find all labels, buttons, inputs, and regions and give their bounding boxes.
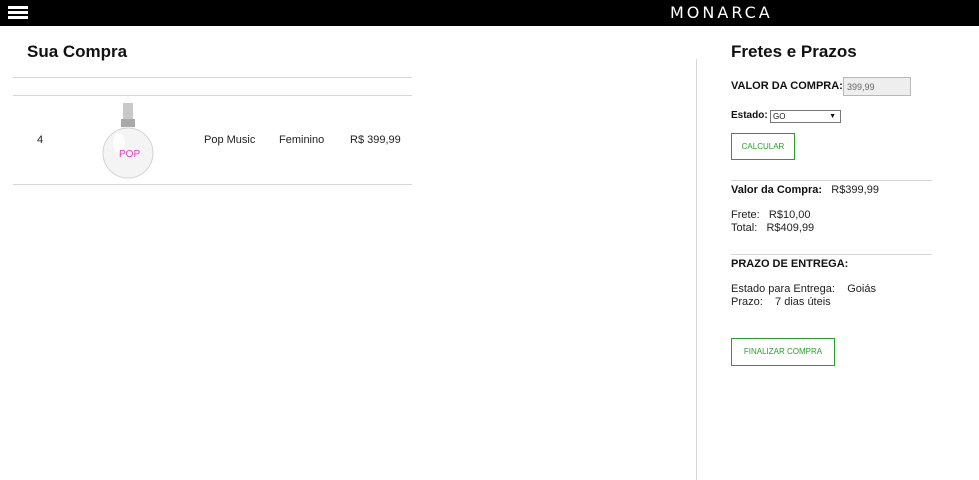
shipping-title: Fretes e Prazos [731, 42, 857, 61]
shipping-divider-2 [731, 254, 932, 255]
top-bar: MONARCA [0, 0, 979, 26]
summary-valor-value: R$399,99 [831, 184, 879, 196]
summary-valor-line: Valor da Compra: R$399,99 [731, 184, 879, 196]
summary-total-label: Total: [731, 222, 758, 234]
prazo-title: PRAZO DE ENTREGA: [731, 258, 849, 270]
cart-item-price: R$ 399,99 [350, 134, 401, 146]
valor-compra-input[interactable]: 399,99 [843, 77, 911, 96]
prazo-label: Prazo: [731, 296, 763, 308]
prazo-value: 7 dias úteis [775, 296, 831, 308]
cart-item-name[interactable]: Pop Music [204, 134, 255, 146]
estado-select[interactable]: GO ▼ [770, 110, 841, 123]
summary-total-value: R$409,99 [766, 222, 815, 234]
prazo-line: Prazo: 7 dias úteis [731, 296, 831, 308]
cart-title: Sua Compra [27, 42, 128, 61]
dropdown-arrow-icon: ▼ [829, 113, 836, 120]
perfume-label-text: POP [119, 149, 140, 160]
summary-frete-value: R$10,00 [768, 209, 811, 221]
cart-row-bottom-divider [13, 184, 412, 185]
cart-item-gender: Feminino [279, 134, 325, 146]
summary-frete-line: Frete: R$10,00 [731, 209, 811, 221]
estado-entrega-value: Goiás [847, 283, 876, 295]
valor-compra-label: VALOR DA COMPRA: [731, 80, 843, 92]
summary-total-line: Total: R$409,99 [731, 222, 814, 234]
cart-item-row: 4 POP Pop Music Feminino R$ 399,99 [13, 96, 412, 184]
estado-entrega-label: Estado para Entrega: [731, 283, 835, 295]
cart-header-divider [13, 77, 412, 78]
estado-label: Estado: [731, 110, 768, 121]
estado-entrega-line: Estado para Entrega: Goiás [731, 283, 876, 295]
summary-valor-label: Valor da Compra: [731, 184, 823, 196]
finalizar-compra-button[interactable]: FINALIZAR COMPRA [731, 338, 835, 366]
perfume-bottle-image: POP [102, 103, 154, 179]
estado-selected-value: GO [773, 112, 786, 121]
summary-frete-label: Frete: [731, 209, 760, 221]
column-divider [696, 59, 697, 480]
hamburger-menu-icon[interactable] [8, 6, 28, 20]
shipping-divider-1 [731, 180, 932, 181]
cart-item-qty: 4 [37, 134, 44, 146]
brand-logo[interactable]: MONARCA [670, 3, 773, 22]
calcular-button[interactable]: CALCULAR [731, 133, 795, 160]
